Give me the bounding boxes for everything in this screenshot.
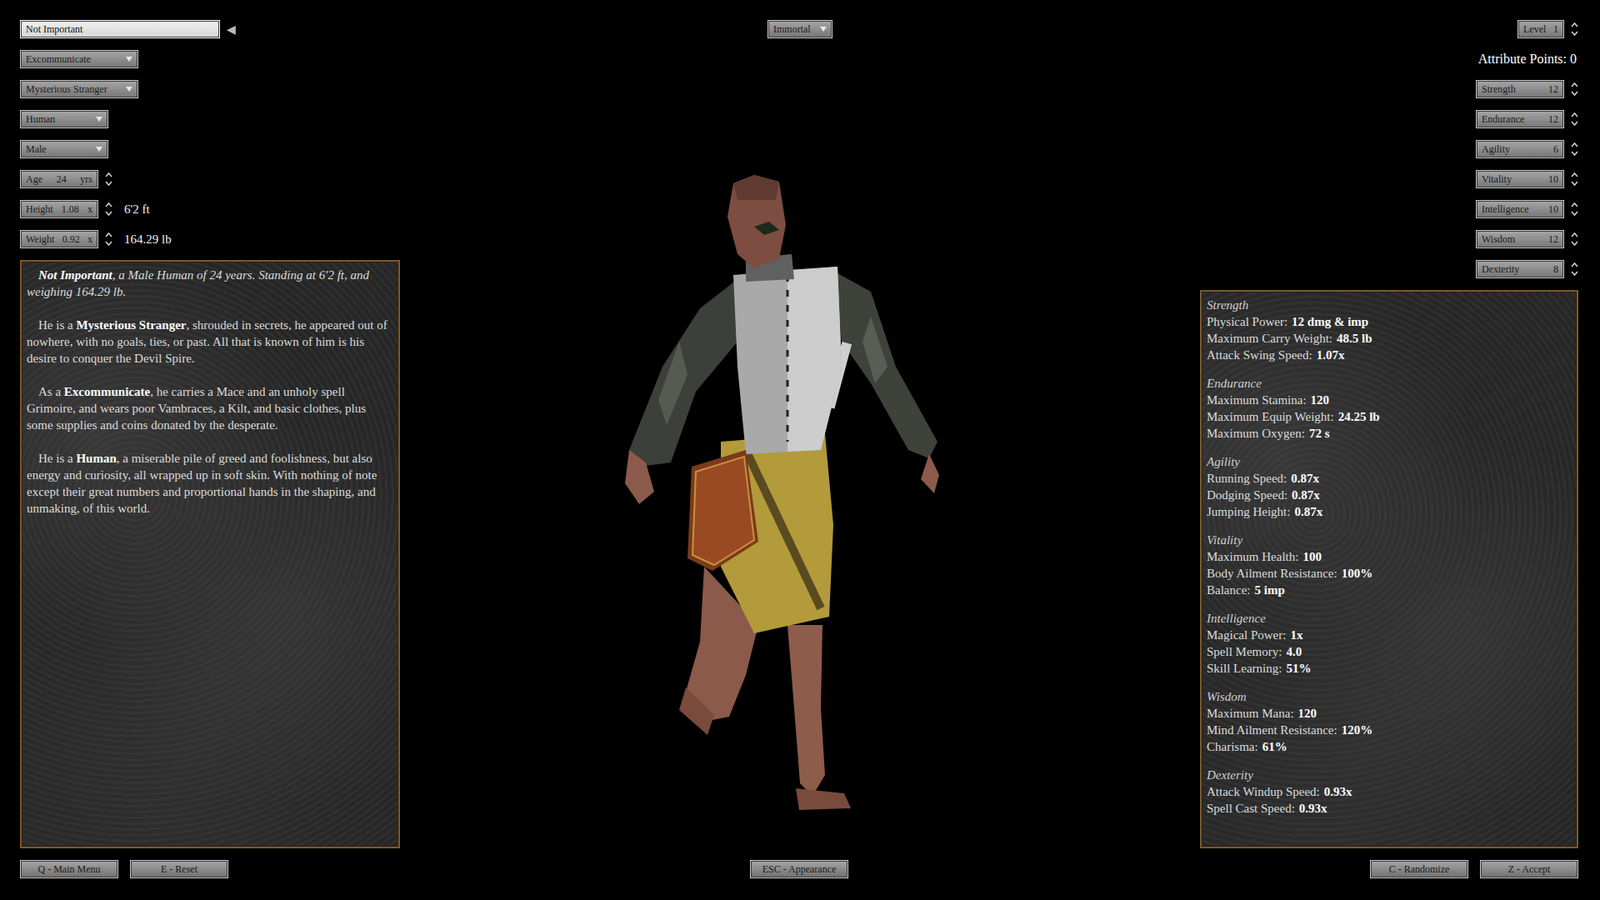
- stat-line: Mind Ailment Resistance:120%: [1206, 721, 1572, 739]
- spinner-icon[interactable]: [105, 170, 113, 188]
- stat-title: Intelligence: [1206, 610, 1572, 627]
- body-field[interactable]: Age24yrs: [20, 170, 99, 189]
- stat-group: AgilityRunning Speed:0.87xDodging Speed:…: [1206, 453, 1572, 520]
- attribute-row: Dexterity8: [1475, 260, 1579, 279]
- attribute-field[interactable]: Strength12: [1475, 80, 1565, 99]
- stat-line: Maximum Stamina:120: [1206, 391, 1572, 409]
- action-button[interactable]: Z - Accept: [1480, 860, 1579, 879]
- attribute-field[interactable]: Endurance12: [1475, 110, 1565, 129]
- spinner-icon[interactable]: [1570, 200, 1579, 218]
- menu-button[interactable]: E - Reset: [130, 860, 229, 879]
- body-row: Age24yrs: [20, 170, 113, 189]
- stats-panel: StrengthPhysical Power:12 dmg & impMaxim…: [1200, 290, 1579, 849]
- stat-group: DexterityAttack Windup Speed:0.93xSpell …: [1206, 766, 1572, 817]
- character-creation-screen: Not Important ◀ Excommunicate Mysterious St…: [0, 0, 1600, 900]
- spinner-icon[interactable]: [1570, 140, 1579, 158]
- spinner-icon[interactable]: [1570, 80, 1579, 98]
- body-readout: 164.29 lb: [124, 232, 172, 247]
- stat-line: Skill Learning:51%: [1206, 660, 1572, 677]
- stat-title: Strength: [1206, 296, 1572, 314]
- stat-title: Vitality: [1206, 531, 1572, 549]
- sex-dropdown[interactable]: Male: [20, 140, 109, 159]
- description-paragraph: He is a Human, a miserable pile of greed…: [26, 450, 394, 517]
- description-panel: Not Important, a Male Human of 24 years.…: [20, 260, 400, 849]
- stat-group: IntelligenceMagical Power:1xSpell Memory…: [1206, 610, 1572, 677]
- spinner-icon[interactable]: [1570, 260, 1579, 278]
- attribute-field[interactable]: Vitality10: [1475, 170, 1565, 189]
- stat-title: Dexterity: [1206, 766, 1572, 784]
- stat-line: Maximum Carry Weight:48.5 lb: [1206, 330, 1572, 347]
- attribute-field[interactable]: Wisdom12: [1475, 230, 1565, 249]
- body-field[interactable]: Weight0.92x: [20, 230, 99, 249]
- stat-line: Attack Windup Speed:0.93x: [1206, 783, 1572, 800]
- spinner-icon[interactable]: [105, 200, 113, 218]
- attribute-row: Agility6: [1475, 140, 1579, 159]
- race-dropdown[interactable]: Human: [20, 110, 109, 129]
- character-model[interactable]: [620, 175, 946, 817]
- right-column: Level1 Attribute Points: 0 Strength12 Endur…: [1200, 20, 1579, 849]
- stat-line: Attack Swing Speed:1.07x: [1206, 346, 1572, 364]
- attribute-field[interactable]: Agility6: [1475, 140, 1565, 159]
- dropdown-arrow-icon: [125, 86, 133, 92]
- class-dropdown[interactable]: Excommunicate: [20, 50, 139, 69]
- body-row: Weight0.92x 164.29 lb: [20, 230, 172, 249]
- stat-group: VitalityMaximum Health:100Body Ailment R…: [1206, 531, 1572, 599]
- stat-line: Dodging Speed:0.87x: [1206, 486, 1572, 504]
- level-field[interactable]: Level1: [1517, 20, 1565, 39]
- left-column: Not Important ◀ Excommunicate Mysterious St…: [20, 20, 400, 849]
- menu-button[interactable]: Q - Main Menu: [20, 860, 119, 879]
- spinner-icon[interactable]: [1570, 20, 1579, 38]
- attribute-row: Wisdom12: [1475, 230, 1579, 249]
- description-paragraph: He is a Mysterious Stranger, shrouded in…: [26, 316, 394, 367]
- stat-line: Running Speed:0.87x: [1206, 470, 1572, 487]
- stat-line: Jumping Height:0.87x: [1206, 503, 1572, 520]
- stat-title: Agility: [1206, 453, 1572, 470]
- stat-line: Charisma:61%: [1206, 738, 1572, 755]
- dropdown-arrow-icon: [125, 56, 133, 62]
- spinner-icon[interactable]: [1570, 170, 1579, 188]
- description-paragraph: Not Important, a Male Human of 24 years.…: [26, 266, 394, 300]
- model-view: [620, 50, 980, 849]
- appearance-button[interactable]: ESC - Appearance: [750, 860, 849, 879]
- stat-line: Maximum Health:100: [1206, 548, 1572, 565]
- attribute-field[interactable]: Dexterity8: [1475, 260, 1565, 279]
- stat-line: Maximum Mana:120: [1206, 705, 1572, 722]
- stat-line: Balance:5 imp: [1206, 581, 1572, 599]
- attribute-field[interactable]: Intelligence10: [1475, 200, 1565, 219]
- stat-line: Body Ailment Resistance:100%: [1206, 565, 1572, 582]
- description-paragraph: As a Excommunicate, he carries a Mace an…: [26, 383, 394, 434]
- body-field[interactable]: Height1.08x: [20, 200, 99, 219]
- spinner-icon[interactable]: [1570, 110, 1579, 128]
- action-button[interactable]: C - Randomize: [1370, 860, 1469, 879]
- difficulty-dropdown[interactable]: Immortal: [767, 20, 833, 39]
- attribute-row: Endurance12: [1475, 110, 1579, 129]
- dropdown-arrow-icon: [820, 26, 827, 32]
- stat-group: EnduranceMaximum Stamina:120Maximum Equi…: [1206, 375, 1572, 442]
- stat-line: Physical Power:12 dmg & imp: [1206, 313, 1572, 330]
- attribute-row: Vitality10: [1475, 170, 1579, 189]
- stat-line: Maximum Equip Weight:24.25 lb: [1206, 408, 1572, 425]
- stat-title: Wisdom: [1206, 688, 1572, 705]
- body-readout: 6'2 ft: [124, 202, 150, 217]
- stat-group: WisdomMaximum Mana:120Mind Ailment Resis…: [1206, 688, 1572, 755]
- background-dropdown[interactable]: Mysterious Stranger: [20, 80, 139, 99]
- spinner-icon[interactable]: [1570, 230, 1579, 248]
- stat-line: Spell Memory:4.0: [1206, 643, 1572, 660]
- center-column: Immortal: [400, 20, 1200, 849]
- stat-line: Magical Power:1x: [1206, 626, 1572, 644]
- attribute-row: Intelligence10: [1475, 200, 1579, 219]
- bottom-bar: Q - Main Menu E - Reset ESC - Appearance C …: [20, 860, 1579, 879]
- name-arrow[interactable]: ◀: [226, 22, 236, 37]
- stat-title: Endurance: [1206, 375, 1572, 392]
- attribute-points: Attribute Points: 0: [1478, 50, 1579, 69]
- body-row: Height1.08x 6'2 ft: [20, 200, 150, 219]
- spinner-icon[interactable]: [105, 230, 113, 248]
- name-field[interactable]: Not Important: [20, 20, 220, 39]
- dropdown-arrow-icon: [95, 146, 103, 152]
- stat-group: StrengthPhysical Power:12 dmg & impMaxim…: [1206, 296, 1572, 364]
- stat-line: Maximum Oxygen:72 s: [1206, 425, 1572, 442]
- attribute-row: Strength12: [1475, 80, 1579, 99]
- stat-line: Spell Cast Speed:0.93x: [1206, 800, 1572, 817]
- dropdown-arrow-icon: [95, 116, 103, 122]
